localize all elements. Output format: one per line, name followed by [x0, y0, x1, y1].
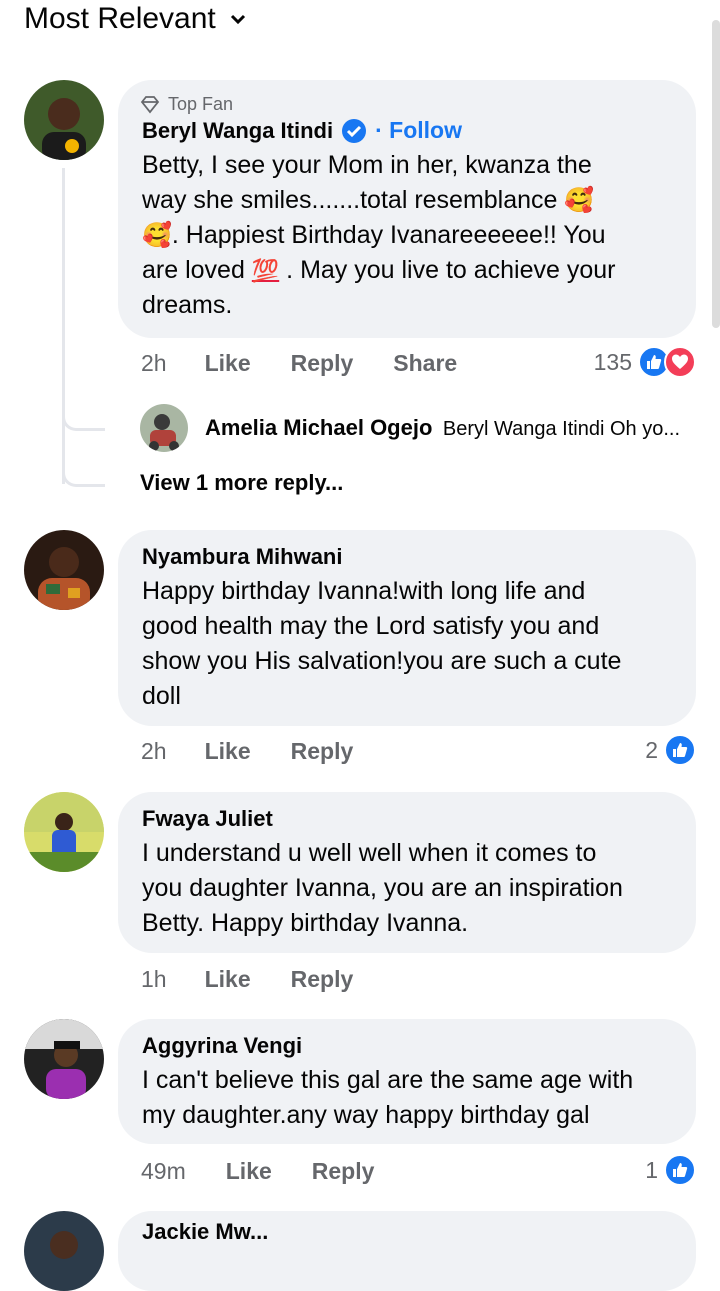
- like-reaction-icon: [664, 1154, 696, 1186]
- timestamp[interactable]: 1h: [141, 966, 167, 993]
- love-reaction-icon: [664, 346, 696, 378]
- reaction-count: 135: [593, 348, 632, 375]
- timestamp[interactable]: 2h: [141, 350, 167, 377]
- reaction-summary[interactable]: 135: [594, 346, 696, 378]
- reply-snippet: Beryl Wanga Itindi Oh yo...: [442, 418, 680, 440]
- comment-actions: 2h Like Reply Share: [141, 350, 457, 377]
- thread-connector: [62, 400, 105, 431]
- smiling-face-hearts-icon: 🥰: [142, 221, 172, 249]
- timestamp[interactable]: 2h: [141, 738, 167, 765]
- sort-dropdown[interactable]: Most Relevant: [24, 2, 246, 36]
- hundred-points-icon: 💯: [251, 258, 280, 283]
- comment-bubble[interactable]: Top Fan Beryl Wanga Itindi · Follow Bett…: [118, 80, 696, 338]
- like-button[interactable]: Like: [205, 738, 251, 765]
- comment-bubble[interactable]: Jackie Mw...: [118, 1211, 696, 1291]
- reply-avatar[interactable]: [140, 404, 188, 452]
- smiling-face-hearts-icon: 🥰: [564, 186, 595, 214]
- comment-text: I understand u well well when it comes t…: [142, 839, 623, 937]
- view-more-replies[interactable]: View 1 more reply...: [140, 470, 343, 496]
- follow-link[interactable]: · Follow: [375, 117, 462, 144]
- commenter-name[interactable]: Jackie Mw...: [142, 1219, 672, 1245]
- commenter-name[interactable]: Aggyrina Vengi: [142, 1033, 672, 1059]
- commenter-name[interactable]: Nyambura Mihwani: [142, 544, 672, 570]
- comment-text: I can't believe this gal are the same ag…: [142, 1066, 634, 1129]
- chevron-down-icon: [230, 14, 245, 25]
- reaction-summary[interactable]: 2: [645, 734, 696, 766]
- avatar[interactable]: [24, 1019, 104, 1099]
- timestamp[interactable]: 49m: [141, 1158, 186, 1185]
- diamond-icon: [140, 95, 160, 113]
- comment-text: Happy birthday Ivanna!with long life and…: [142, 577, 622, 710]
- reply-button[interactable]: Reply: [291, 738, 354, 765]
- share-button[interactable]: Share: [393, 350, 457, 377]
- avatar[interactable]: [24, 792, 104, 872]
- comment-bubble[interactable]: Aggyrina Vengi I can't believe this gal …: [118, 1019, 696, 1144]
- scrollbar[interactable]: [712, 20, 720, 328]
- comment-bubble[interactable]: Fwaya Juliet I understand u well well wh…: [118, 792, 696, 953]
- reaction-count: 1: [645, 1156, 658, 1183]
- reply-preview[interactable]: Amelia Michael Ogejo Beryl Wanga Itindi …: [205, 415, 700, 441]
- like-button[interactable]: Like: [205, 350, 251, 377]
- thread-connector: [62, 456, 105, 487]
- reply-author: Amelia Michael Ogejo: [205, 415, 433, 440]
- comment-actions: 1h Like Reply: [141, 966, 353, 993]
- like-button[interactable]: Like: [226, 1158, 272, 1185]
- verified-badge-icon: [342, 118, 367, 143]
- comment-actions: 49m Like Reply: [141, 1158, 374, 1185]
- like-reaction-icon: [664, 734, 696, 766]
- reply-button[interactable]: Reply: [291, 350, 354, 377]
- reaction-summary[interactable]: 1: [645, 1154, 696, 1186]
- top-fan-badge: Top Fan: [140, 94, 672, 115]
- thread-line: [62, 168, 65, 484]
- sort-label: Most Relevant: [24, 2, 216, 35]
- comment-bubble[interactable]: Nyambura Mihwani Happy birthday Ivanna!w…: [118, 530, 696, 726]
- badge-label: Top Fan: [168, 94, 234, 114]
- avatar[interactable]: [24, 530, 104, 610]
- commenter-name[interactable]: Fwaya Juliet: [142, 806, 672, 832]
- reply-button[interactable]: Reply: [312, 1158, 375, 1185]
- reaction-count: 2: [645, 736, 658, 763]
- like-button[interactable]: Like: [205, 966, 251, 993]
- commenter-name[interactable]: Beryl Wanga Itindi: [142, 118, 333, 144]
- avatar[interactable]: [24, 80, 104, 160]
- reply-button[interactable]: Reply: [291, 966, 354, 993]
- avatar[interactable]: [24, 1211, 104, 1291]
- comment-actions: 2h Like Reply: [141, 738, 353, 765]
- comment-text: Betty, I see your Mom in her, kwanza the…: [142, 151, 616, 319]
